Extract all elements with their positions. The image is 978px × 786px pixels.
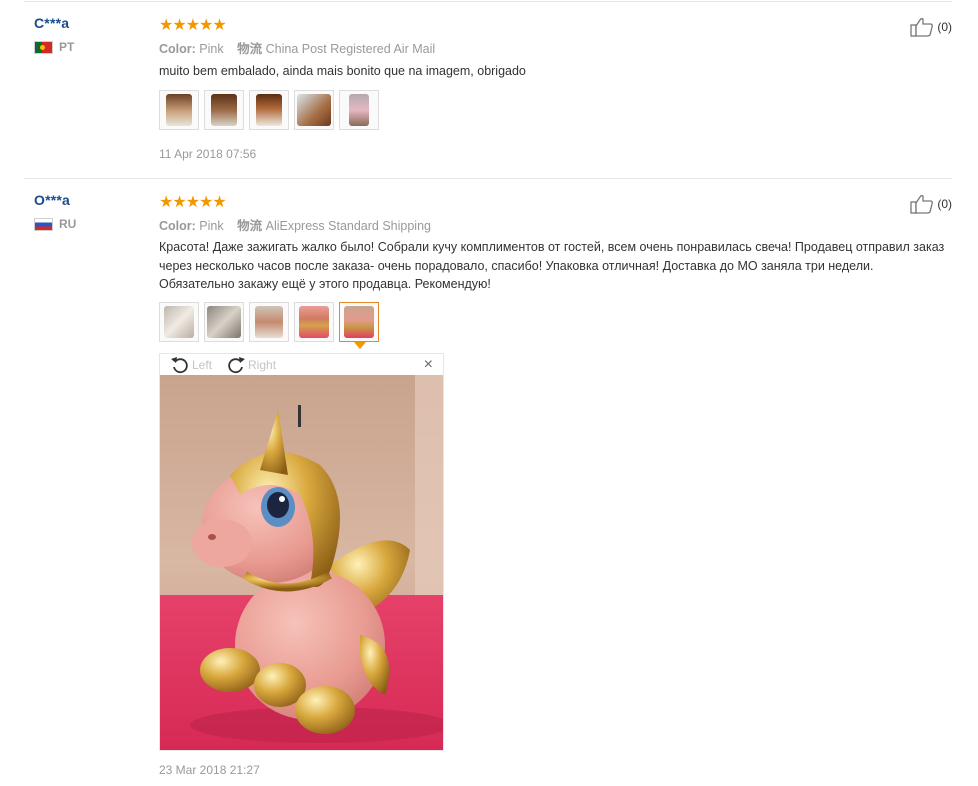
rotate-right-icon	[228, 356, 246, 373]
reviewer-country: RU	[34, 217, 76, 231]
review-date: 11 Apr 2018 07:56	[159, 147, 257, 161]
review-photo-thumbnail[interactable]	[204, 302, 244, 342]
shipping-label: 物流	[237, 219, 263, 233]
rotate-left-label: Left	[192, 357, 213, 372]
order-info: Color: Pink 物流 AliExpress Standard Shipp…	[159, 215, 431, 234]
reviewer-name: O***a	[34, 192, 71, 208]
close-icon[interactable]: ×	[424, 356, 433, 374]
review-date: 23 Mar 2018 21:27	[159, 763, 260, 777]
photo-viewer: Left Right ×	[159, 353, 444, 751]
review-photo-enlarged	[160, 375, 443, 750]
shipping-value: China Post Registered Air Mail	[265, 42, 436, 56]
rotate-right-button[interactable]: Right	[226, 356, 276, 374]
review-photo-thumbnail[interactable]	[249, 302, 289, 342]
helpful-count: (0)	[937, 197, 952, 211]
helpful-button[interactable]: (0)	[910, 194, 952, 214]
color-value: Pink	[199, 42, 224, 56]
review-text: muito bem embalado, ainda mais bonito qu…	[159, 64, 526, 78]
unicorn-candle-photo	[160, 375, 443, 750]
thumbs-up-icon	[910, 195, 934, 214]
review-photo-thumbnail[interactable]	[294, 302, 334, 342]
shipping-label: 物流	[237, 42, 263, 56]
rotate-right-label: Right	[248, 357, 277, 372]
review-photo-thumbnail[interactable]	[159, 302, 199, 342]
reviewer-name: C***a	[34, 15, 70, 31]
review-photo-thumbnail[interactable]	[339, 90, 379, 130]
rotate-left-button[interactable]: Left	[170, 356, 212, 374]
color-value: Pink	[199, 219, 224, 233]
color-label: Color:	[159, 42, 196, 56]
order-info: Color: Pink 物流 China Post Registered Air…	[159, 38, 435, 57]
top-divider	[24, 1, 952, 2]
star-rating: ★★★★★	[159, 194, 227, 211]
reviewer-country: PT	[34, 40, 74, 54]
portugal-flag-icon	[34, 40, 53, 54]
helpful-button[interactable]: (0)	[910, 17, 952, 37]
review-text: Красота! Даже зажигать жалко было! Собра…	[159, 240, 945, 291]
color-label: Color:	[159, 219, 196, 233]
rotate-left-icon	[171, 356, 188, 373]
review-photo-thumbnail-selected[interactable]	[339, 302, 379, 349]
review-photo-thumbnail[interactable]	[249, 90, 289, 130]
review-photo-thumbnail[interactable]	[204, 90, 244, 130]
star-rating: ★★★★★	[159, 17, 227, 34]
thumbs-up-icon	[910, 18, 934, 37]
country-code: RU	[59, 217, 77, 231]
review-photo-thumbnail[interactable]	[294, 90, 334, 130]
review-divider	[24, 178, 952, 179]
country-code: PT	[59, 40, 75, 54]
photo-viewer-toolbar: Left Right ×	[160, 354, 443, 375]
shipping-value: AliExpress Standard Shipping	[265, 219, 431, 233]
review-photo-thumbnail[interactable]	[159, 90, 199, 130]
russia-flag-icon	[34, 217, 53, 231]
helpful-count: (0)	[937, 20, 952, 34]
review-photos	[159, 302, 379, 349]
review-photos	[159, 90, 379, 130]
